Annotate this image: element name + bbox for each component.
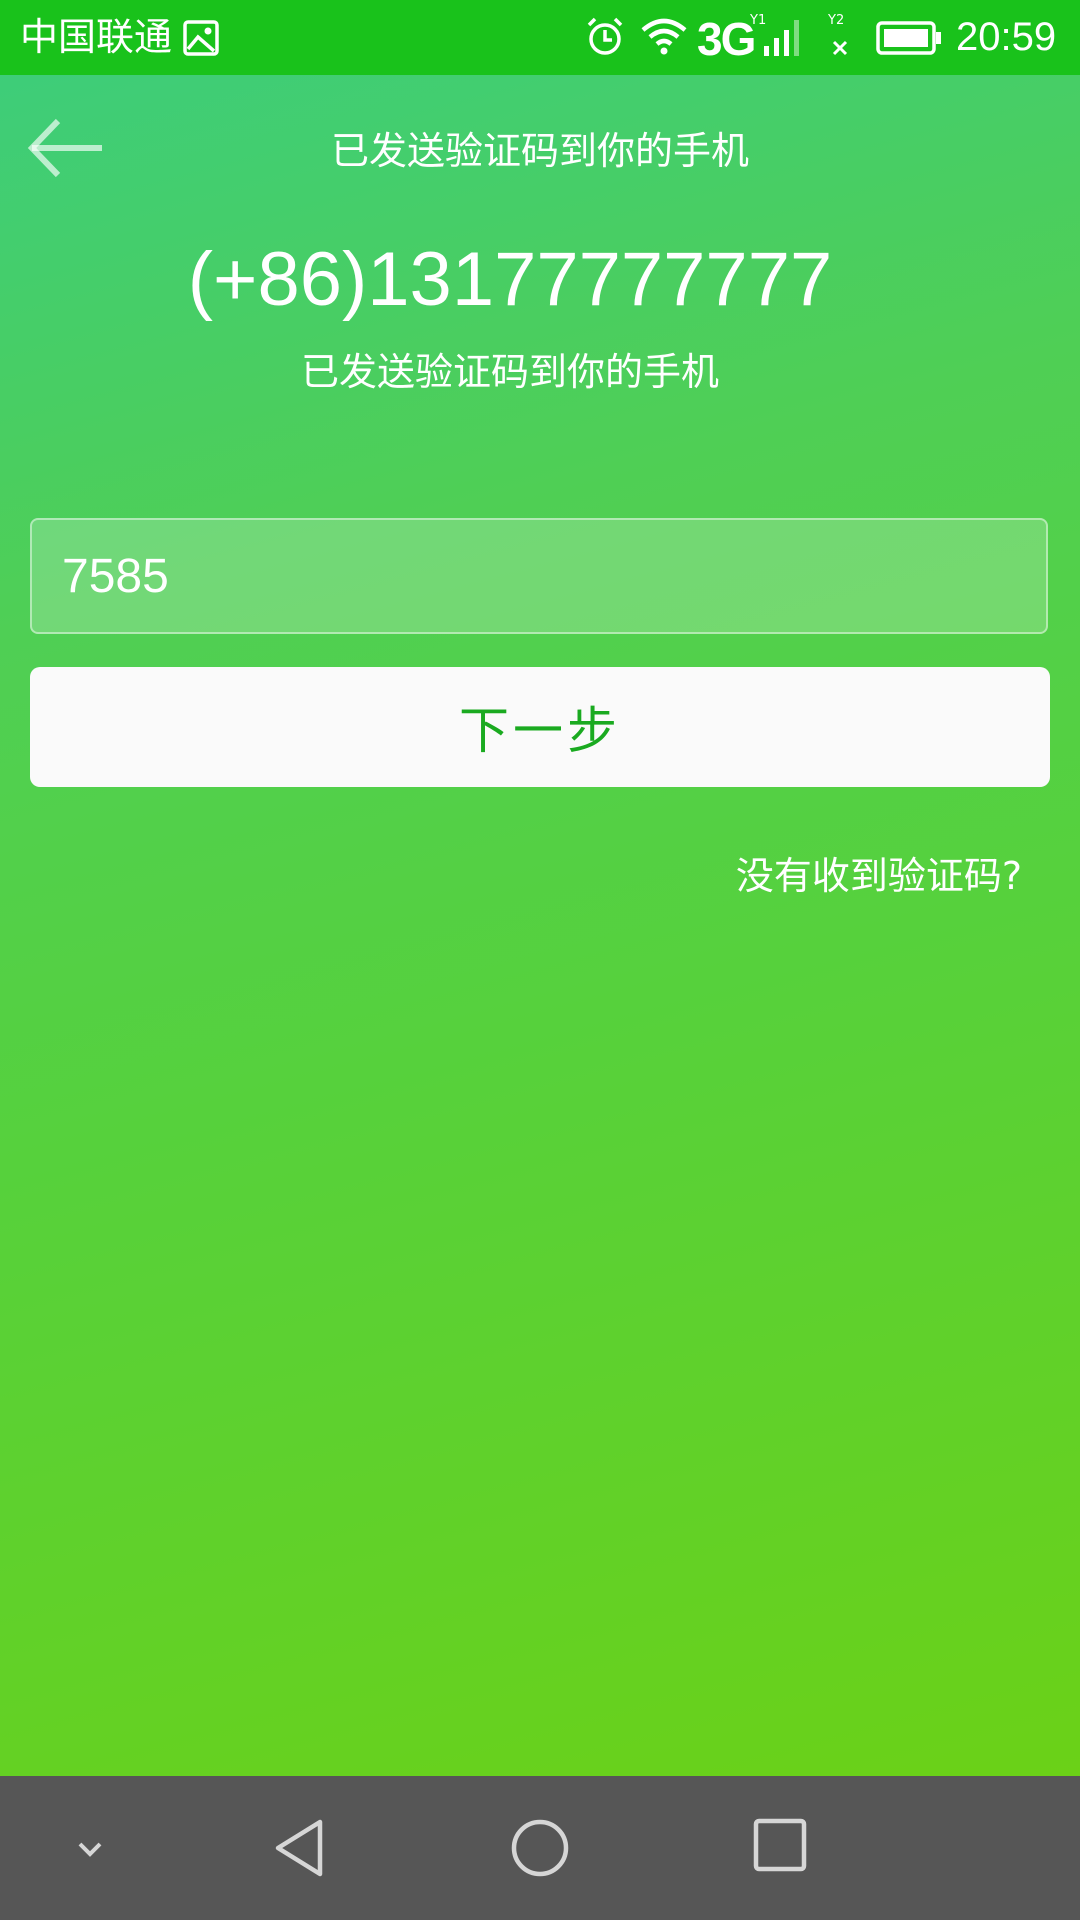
clock: 20:59 bbox=[956, 15, 1057, 59]
navigation-bar bbox=[0, 1776, 1080, 1920]
verification-screen: 已发送验证码到你的手机 (+86)13177777777 已发送验证码到你的手机… bbox=[0, 75, 1080, 1776]
phone-number: (+86)13177777777 bbox=[187, 237, 833, 322]
chevron-down-icon[interactable] bbox=[72, 1828, 108, 1868]
verification-code-input[interactable] bbox=[30, 518, 1048, 634]
wifi-icon bbox=[641, 18, 687, 55]
carrier-name: 中国联通 bbox=[20, 15, 173, 59]
network-type: 3G bbox=[697, 13, 756, 65]
signal-sim1-icon: Y1 bbox=[749, 13, 799, 56]
nav-recent-icon[interactable] bbox=[751, 1816, 809, 1874]
gallery-icon bbox=[183, 20, 219, 56]
screen: 中国联通 3G Y1 Y2 20:59 已发送验证码到你的手机 (+86)131… bbox=[0, 0, 1080, 1920]
nav-back-icon[interactable] bbox=[270, 1816, 330, 1880]
next-step-button[interactable]: 下一步 bbox=[30, 667, 1050, 787]
signal-sim2-icon: Y2 bbox=[827, 13, 848, 56]
page-title: 已发送验证码到你的手机 bbox=[330, 129, 749, 173]
battery-icon bbox=[876, 21, 941, 55]
sent-code-message: 已发送验证码到你的手机 bbox=[300, 350, 719, 394]
alarm-icon bbox=[587, 17, 623, 55]
no-code-received-link[interactable]: 没有收到验证码? bbox=[736, 852, 1022, 900]
status-bar: 中国联通 3G Y1 Y2 20:59 bbox=[0, 0, 1080, 75]
svg-text:Y1: Y1 bbox=[749, 13, 766, 28]
svg-text:Y2: Y2 bbox=[827, 13, 844, 28]
nav-home-icon[interactable] bbox=[508, 1816, 572, 1880]
